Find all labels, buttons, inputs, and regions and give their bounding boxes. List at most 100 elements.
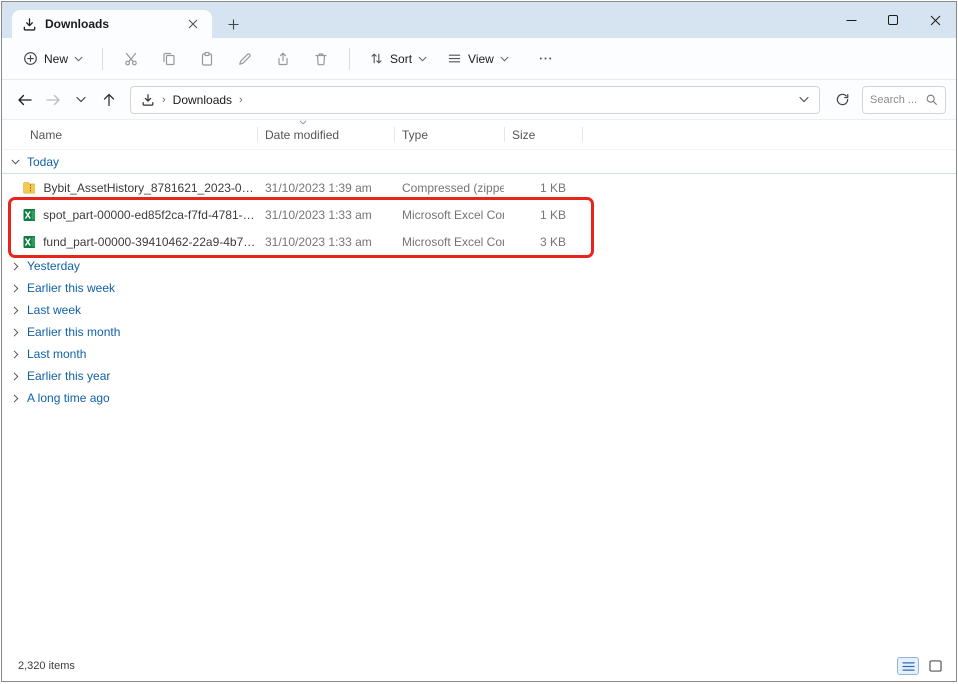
sort-arrows-icon — [369, 51, 384, 66]
large-icons-view-button[interactable] — [924, 657, 946, 675]
file-date: 31/10/2023 1:33 am — [257, 208, 394, 222]
group-label: Today — [27, 155, 59, 169]
breadcrumb-separator: › — [239, 94, 243, 106]
delete-button[interactable] — [303, 43, 339, 75]
copy-icon — [161, 51, 177, 67]
sort-direction-icon — [299, 120, 307, 125]
new-button-label: New — [44, 52, 68, 66]
copy-button[interactable] — [151, 43, 187, 75]
column-header-name[interactable]: Name — [2, 120, 257, 149]
file-type: Microsoft Excel Com... — [394, 208, 504, 222]
ellipsis-icon — [538, 51, 553, 66]
file-row[interactable]: Bybit_AssetHistory_8781621_2023-01-01_20… — [2, 174, 956, 201]
view-toggles — [897, 657, 946, 675]
excel-icon — [22, 234, 35, 250]
file-size: 1 KB — [504, 181, 582, 195]
recent-locations-button[interactable] — [68, 86, 94, 114]
address-box[interactable]: › Downloads › — [130, 86, 820, 114]
group-label: Earlier this month — [27, 325, 120, 339]
search-input[interactable] — [870, 94, 921, 106]
group-header-earlier-this-month[interactable]: Earlier this month — [2, 321, 956, 343]
group-label: Last week — [27, 303, 81, 317]
share-button[interactable] — [265, 43, 301, 75]
address-dropdown-icon[interactable] — [799, 96, 809, 103]
group-label: Earlier this week — [27, 281, 115, 295]
column-header-date-modified[interactable]: Date modified — [257, 120, 394, 149]
up-button[interactable] — [96, 86, 122, 114]
search-icon — [925, 93, 938, 106]
back-button[interactable] — [12, 86, 38, 114]
download-icon — [141, 93, 155, 107]
close-button[interactable] — [914, 2, 956, 38]
file-name: Bybit_AssetHistory_8781621_2023-01-01_20… — [43, 181, 257, 195]
breadcrumb-separator: › — [162, 94, 166, 106]
share-icon — [275, 51, 291, 67]
paste-button[interactable] — [189, 43, 225, 75]
group-label: A long time ago — [27, 391, 110, 405]
file-row[interactable]: spot_part-00000-ed85f2ca-f7fd-4781-a3e6-… — [2, 201, 956, 228]
toolbar-separator — [349, 48, 350, 70]
file-type: Microsoft Excel Com... — [394, 235, 504, 249]
column-header-size[interactable]: Size — [504, 120, 582, 149]
column-header-spacer — [582, 120, 956, 149]
group-label: Last month — [27, 347, 86, 361]
group-header-last-week[interactable]: Last week — [2, 299, 956, 321]
file-date: 31/10/2023 1:33 am — [257, 235, 394, 249]
large-icons-view-icon — [929, 660, 942, 672]
file-size: 3 KB — [504, 235, 582, 249]
tab-close-icon[interactable] — [184, 15, 202, 33]
cut-button[interactable] — [113, 43, 149, 75]
chevron-right-icon — [13, 284, 19, 293]
chevron-right-icon — [13, 306, 19, 315]
chevron-down-icon — [418, 56, 427, 62]
file-name: spot_part-00000-ed85f2ca-f7fd-4781-a3e6-… — [43, 208, 257, 222]
toolbar-separator — [102, 48, 103, 70]
zip-folder-icon — [22, 179, 35, 196]
group-header-earlier-this-week[interactable]: Earlier this week — [2, 277, 956, 299]
view-button-label: View — [468, 52, 494, 66]
group-header-earlier-this-year[interactable]: Earlier this year — [2, 365, 956, 387]
new-tab-button[interactable] — [224, 15, 242, 33]
forward-button[interactable] — [40, 86, 66, 114]
download-icon — [22, 17, 37, 32]
chevron-right-icon — [13, 394, 19, 403]
maximize-button[interactable] — [872, 2, 914, 38]
tab-title: Downloads — [45, 17, 176, 31]
column-header-row: Name Date modified Type Size — [2, 120, 956, 150]
sort-button[interactable]: Sort — [360, 44, 436, 73]
file-date: 31/10/2023 1:39 am — [257, 181, 394, 195]
file-row[interactable]: fund_part-00000-39410462-22a9-4b75-afb1-… — [2, 228, 956, 255]
file-explorer-window: Downloads New — [1, 1, 957, 682]
rename-button[interactable] — [227, 43, 263, 75]
chevron-right-icon — [13, 262, 19, 271]
refresh-button[interactable] — [828, 86, 856, 114]
chevron-down-icon — [74, 56, 83, 62]
view-lines-icon — [447, 51, 462, 66]
chevron-right-icon — [13, 372, 19, 381]
breadcrumb-downloads[interactable]: Downloads — [173, 93, 232, 107]
paste-icon — [199, 51, 215, 67]
file-name: fund_part-00000-39410462-22a9-4b75-afb1-… — [43, 235, 257, 249]
chevron-down-icon — [11, 159, 20, 165]
file-type: Compressed (zipped)... — [394, 181, 504, 195]
file-list: Today Bybit_AssetHistory_8781621_2023-01… — [2, 150, 956, 409]
group-header-last-month[interactable]: Last month — [2, 343, 956, 365]
excel-icon — [22, 207, 35, 223]
column-header-type[interactable]: Type — [394, 120, 504, 149]
group-header-today[interactable]: Today — [2, 150, 956, 174]
sort-button-label: Sort — [390, 52, 412, 66]
view-button[interactable]: View — [438, 44, 518, 73]
group-header-a-long-time-ago[interactable]: A long time ago — [2, 387, 956, 409]
minimize-button[interactable] — [830, 2, 872, 38]
status-bar: 2,320 items — [2, 655, 956, 681]
plus-circle-icon — [23, 51, 38, 66]
trash-icon — [313, 51, 329, 67]
file-size: 1 KB — [504, 208, 582, 222]
tab-downloads[interactable]: Downloads — [12, 10, 212, 38]
group-label: Earlier this year — [27, 369, 110, 383]
chevron-right-icon — [13, 328, 19, 337]
more-options-button[interactable] — [528, 43, 564, 75]
new-button[interactable]: New — [14, 44, 92, 73]
details-view-button[interactable] — [897, 657, 919, 675]
group-header-yesterday[interactable]: Yesterday — [2, 255, 956, 277]
